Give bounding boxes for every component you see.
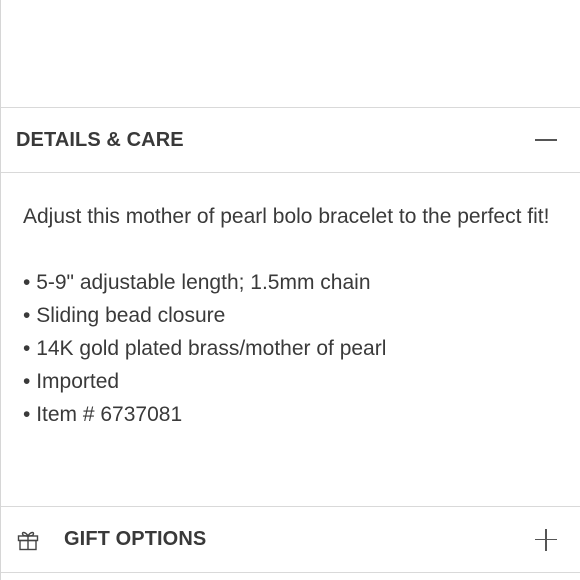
list-item: Item # 6737081	[23, 398, 553, 431]
divider	[1, 172, 580, 173]
minus-icon[interactable]	[535, 129, 557, 151]
gift-options-title: GIFT OPTIONS	[64, 528, 207, 550]
list-item: Imported	[23, 365, 553, 398]
list-item: 5-9" adjustable length; 1.5mm chain	[23, 266, 553, 299]
details-bullet-list: 5-9" adjustable length; 1.5mm chain Slid…	[23, 266, 553, 431]
product-description: Adjust this mother of pearl bolo bracele…	[23, 205, 550, 228]
list-item: Sliding bead closure	[23, 299, 553, 332]
list-item: 14K gold plated brass/mother of pearl	[23, 332, 553, 365]
plus-icon[interactable]	[535, 528, 557, 551]
gift-icon	[17, 531, 39, 550]
details-care-header[interactable]: DETAILS & CARE	[1, 108, 580, 172]
gift-options-header[interactable]: GIFT OPTIONS	[1, 507, 580, 572]
details-care-content: Adjust this mother of pearl bolo bracele…	[23, 200, 553, 431]
divider	[1, 572, 580, 573]
details-care-title: DETAILS & CARE	[16, 128, 184, 151]
product-details-panel: DETAILS & CARE Adjust this mother of pea…	[0, 0, 580, 580]
